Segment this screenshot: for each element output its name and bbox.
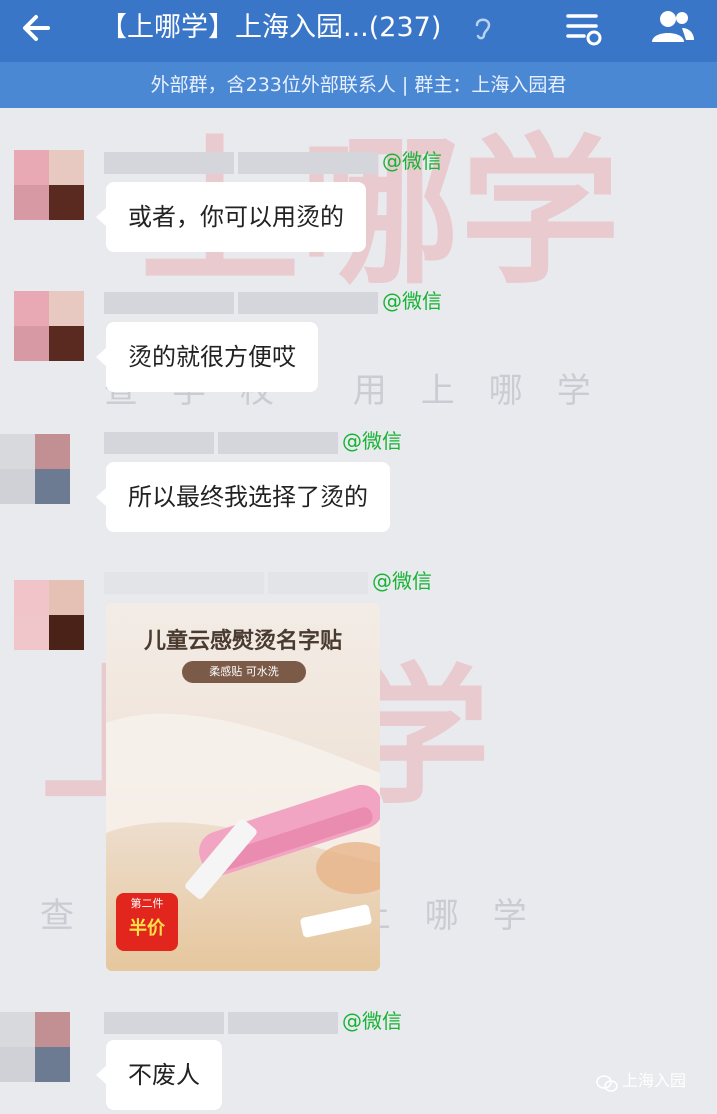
back-button[interactable]	[18, 8, 58, 48]
chat-title: 【上哪学】上海入园...(237)	[100, 12, 442, 43]
menu-list-icon	[566, 14, 602, 46]
message-bubble[interactable]: 或者，你可以用烫的	[96, 182, 366, 252]
ear-icon	[472, 14, 494, 42]
product-image[interactable]: 儿童云感熨烫名字贴 柔感贴 可水洗 第二件 半价	[106, 603, 380, 971]
avatar[interactable]	[14, 291, 84, 361]
message-bubble[interactable]: 烫的就很方便哎	[96, 322, 318, 392]
group-members-icon	[652, 11, 694, 42]
sale-badge-main: 半价	[129, 918, 165, 939]
back-arrow-icon	[23, 15, 50, 41]
sale-badge-top: 第二件	[130, 897, 164, 910]
avatar[interactable]	[0, 434, 70, 504]
message-bubble[interactable]: 不废人	[96, 1040, 222, 1110]
top-bar: 【上哪学】上海入园...(237)	[0, 0, 717, 62]
sender-name: @微信	[104, 428, 402, 454]
account-name: 上海入园	[622, 1071, 687, 1090]
message-bubble[interactable]: 所以最终我选择了烫的	[96, 462, 390, 532]
group-menu-button[interactable]	[562, 6, 606, 50]
avatar[interactable]	[14, 580, 84, 650]
sender-name: @微信	[104, 148, 442, 174]
sender-name: @微信	[104, 288, 442, 314]
avatar[interactable]	[0, 1012, 70, 1082]
sale-badge: 第二件 半价	[116, 893, 178, 951]
chat-area[interactable]: 上哪学 查学校 用上哪学 上哪学 查学校 用上哪学 @微信 或者，你可以用烫的 …	[0, 108, 717, 1114]
sender-name: @微信	[104, 568, 432, 594]
group-info-bar: 外部群，含233位外部联系人 | 群主：上海入园君	[0, 62, 717, 108]
account-watermark: 上海入园	[596, 1066, 686, 1096]
members-button[interactable]	[648, 6, 698, 50]
sender-name: @微信	[104, 1008, 402, 1034]
wechat-icon	[596, 1073, 618, 1092]
avatar[interactable]	[14, 150, 84, 220]
